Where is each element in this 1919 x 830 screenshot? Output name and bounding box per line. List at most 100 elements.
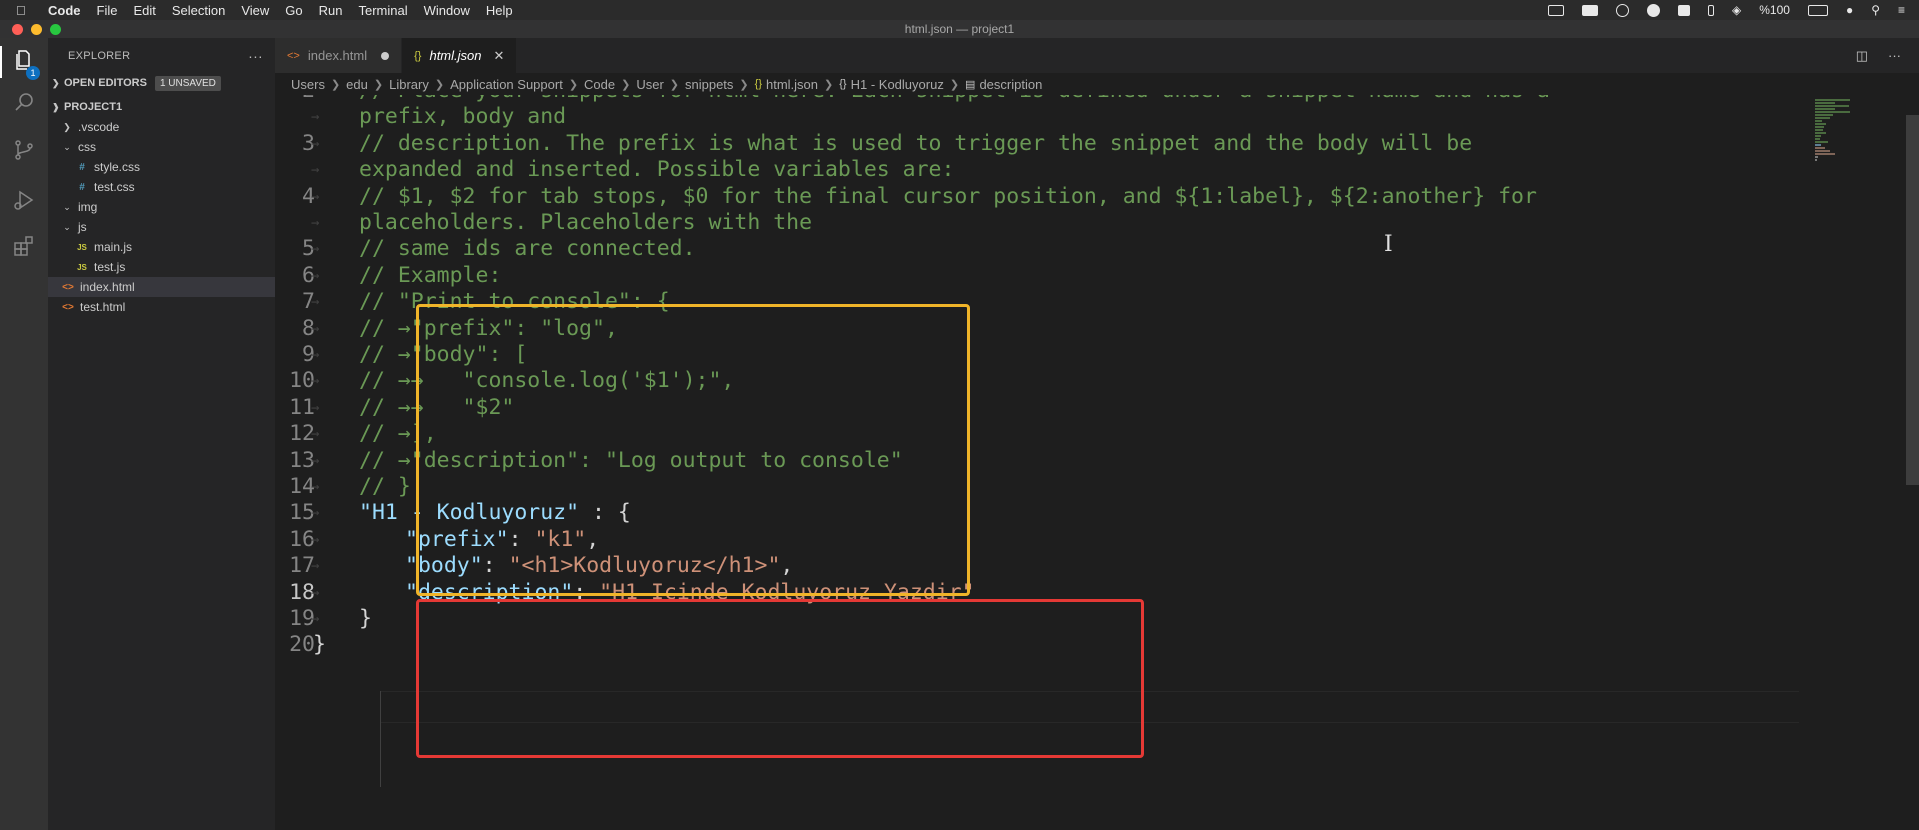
minimize-window-button[interactable] xyxy=(31,24,42,35)
tree-item-vscode[interactable]: ❯ .vscode xyxy=(48,117,275,137)
split-editor-icon[interactable]: ◫ xyxy=(1856,48,1868,64)
chevron-down-icon: ⌄ xyxy=(63,221,71,232)
minimap-line xyxy=(1815,114,1833,116)
breadcrumb-item[interactable]: Application Support xyxy=(450,77,563,92)
open-editors-section[interactable]: ❯ OPEN EDITORS 1 UNSAVED xyxy=(48,73,275,93)
apple-menu-icon[interactable]:  xyxy=(16,3,38,18)
close-window-button[interactable] xyxy=(12,24,23,35)
screen-record-icon[interactable] xyxy=(1548,4,1564,16)
breadcrumb-separator-icon: ❯ xyxy=(739,78,749,91)
extensions-icon[interactable] xyxy=(12,234,36,258)
minimap-line xyxy=(1815,108,1835,110)
tree-item-style-css[interactable]: # style.css xyxy=(48,157,275,177)
json-file-icon: {} xyxy=(414,49,422,62)
menu-app-code[interactable]: Code xyxy=(48,3,81,18)
property-icon: ▤ xyxy=(965,78,976,91)
breadcrumb-separator-icon: ❯ xyxy=(568,78,579,91)
run-debug-icon[interactable] xyxy=(12,188,36,212)
tree-item-label: img xyxy=(78,200,98,214)
breadcrumb-separator-icon: ❯ xyxy=(824,78,834,91)
project-section[interactable]: ❱ PROJECT1 xyxy=(48,97,275,117)
editor-tab-bar: <> index.html {} html.json ✕ ◫ ··· xyxy=(275,38,1919,73)
menu-window[interactable]: Window xyxy=(424,3,470,18)
menu-run[interactable]: Run xyxy=(319,3,343,18)
bluetooth-icon[interactable] xyxy=(1708,4,1714,16)
chevron-down-icon: ⌄ xyxy=(63,201,71,212)
tree-item-label: main.js xyxy=(94,240,133,254)
tree-item-css[interactable]: ⌄ css xyxy=(48,137,275,157)
minimap-line xyxy=(1815,138,1820,140)
minimap[interactable] xyxy=(1811,95,1901,830)
close-tab-icon[interactable]: ✕ xyxy=(494,48,505,64)
menu-go[interactable]: Go xyxy=(285,3,302,18)
example-highlight-box xyxy=(416,304,970,596)
breadcrumb-item[interactable]: snippets xyxy=(685,77,733,92)
js-file-icon: JS xyxy=(77,262,87,272)
breadcrumb-item[interactable]: H1 - Kodluyoruz xyxy=(851,77,944,92)
minimap-line xyxy=(1815,144,1821,146)
tree-item-main-js[interactable]: JS main.js xyxy=(48,237,275,257)
tree-item-test-css[interactable]: # test.css xyxy=(48,177,275,197)
minimap-line xyxy=(1815,117,1830,119)
breadcrumb-item[interactable]: Users xyxy=(291,77,325,92)
menu-file[interactable]: File xyxy=(97,3,118,18)
breadcrumb-separator-icon: ❯ xyxy=(330,78,341,91)
tree-item-label: style.css xyxy=(94,160,141,174)
pen-icon[interactable] xyxy=(1582,4,1598,16)
breadcrumb-item[interactable]: Code xyxy=(584,77,615,92)
minimap-line xyxy=(1815,111,1850,113)
tree-item-js[interactable]: ⌄ js xyxy=(48,217,275,237)
minimap-line xyxy=(1815,99,1850,101)
tree-item-img[interactable]: ⌄ img xyxy=(48,197,275,217)
html-file-icon: <> xyxy=(62,281,74,293)
macos-menubar:  Code File Edit Selection View Go Run T… xyxy=(0,0,1919,20)
battery-icon[interactable] xyxy=(1807,4,1828,16)
unsaved-dot-icon[interactable] xyxy=(381,51,390,60)
user-icon[interactable]: ● xyxy=(1846,3,1853,17)
more-actions-icon[interactable]: ··· xyxy=(1888,48,1901,64)
menu-selection[interactable]: Selection xyxy=(172,3,225,18)
control-center-icon[interactable]: ≡ xyxy=(1898,3,1905,17)
source-control-icon[interactable] xyxy=(12,138,36,162)
html-file-icon: <> xyxy=(287,49,300,62)
status-menu-area: ◈ %100 ● ⚲ ≡ xyxy=(1548,0,1905,20)
css-file-icon: # xyxy=(79,161,85,173)
breadcrumb-separator-icon: ❯ xyxy=(949,78,960,91)
code-token: // } xyxy=(359,474,411,499)
minimap-line xyxy=(1815,156,1818,158)
breadcrumb-item[interactable]: Library xyxy=(389,77,429,92)
spotlight-search-icon[interactable]: ⚲ xyxy=(1871,3,1880,17)
code-token: } xyxy=(313,632,326,658)
minimap-line xyxy=(1815,102,1835,104)
tree-item-test-js[interactable]: JS test.js xyxy=(48,257,275,277)
tab-index-html[interactable]: <> index.html xyxy=(275,38,403,73)
more-actions-icon[interactable]: ··· xyxy=(248,48,263,64)
breadcrumb-item[interactable]: User xyxy=(636,77,663,92)
chevron-down-icon: ❱ xyxy=(52,101,60,112)
breadcrumb: Users ❯ edu ❯ Library ❯ Application Support ❯ Co… xyxy=(275,73,1919,95)
menu-help[interactable]: Help xyxy=(486,3,513,18)
breadcrumb-item[interactable]: description xyxy=(979,77,1042,92)
editor-actions: ◫ ··· xyxy=(1856,48,1901,64)
minimap-line xyxy=(1815,123,1826,125)
vertical-scrollbar[interactable] xyxy=(1906,115,1919,485)
tree-item-index-html[interactable]: <> index.html xyxy=(48,277,275,297)
tab-label: index.html xyxy=(307,48,368,63)
cloud-icon[interactable] xyxy=(1647,3,1660,17)
creative-cloud-icon[interactable] xyxy=(1616,3,1629,17)
window-title: html.json — project1 xyxy=(904,22,1015,36)
menu-view[interactable]: View xyxy=(241,3,269,18)
menu-edit[interactable]: Edit xyxy=(133,3,155,18)
minimap-line xyxy=(1815,141,1828,143)
zoom-window-button[interactable] xyxy=(50,24,61,35)
input-source-icon[interactable] xyxy=(1678,4,1690,16)
breadcrumb-item[interactable]: edu xyxy=(346,77,368,92)
tab-html-json[interactable]: {} html.json ✕ xyxy=(402,38,518,73)
wifi-icon[interactable]: ◈ xyxy=(1732,3,1741,17)
battery-percent[interactable]: %100 xyxy=(1759,3,1790,17)
menu-terminal[interactable]: Terminal xyxy=(359,3,408,18)
tree-item-test-html[interactable]: <> test.html xyxy=(48,297,275,317)
minimap-line xyxy=(1815,129,1823,131)
search-icon[interactable] xyxy=(12,90,36,114)
breadcrumb-item[interactable]: html.json xyxy=(766,77,818,92)
